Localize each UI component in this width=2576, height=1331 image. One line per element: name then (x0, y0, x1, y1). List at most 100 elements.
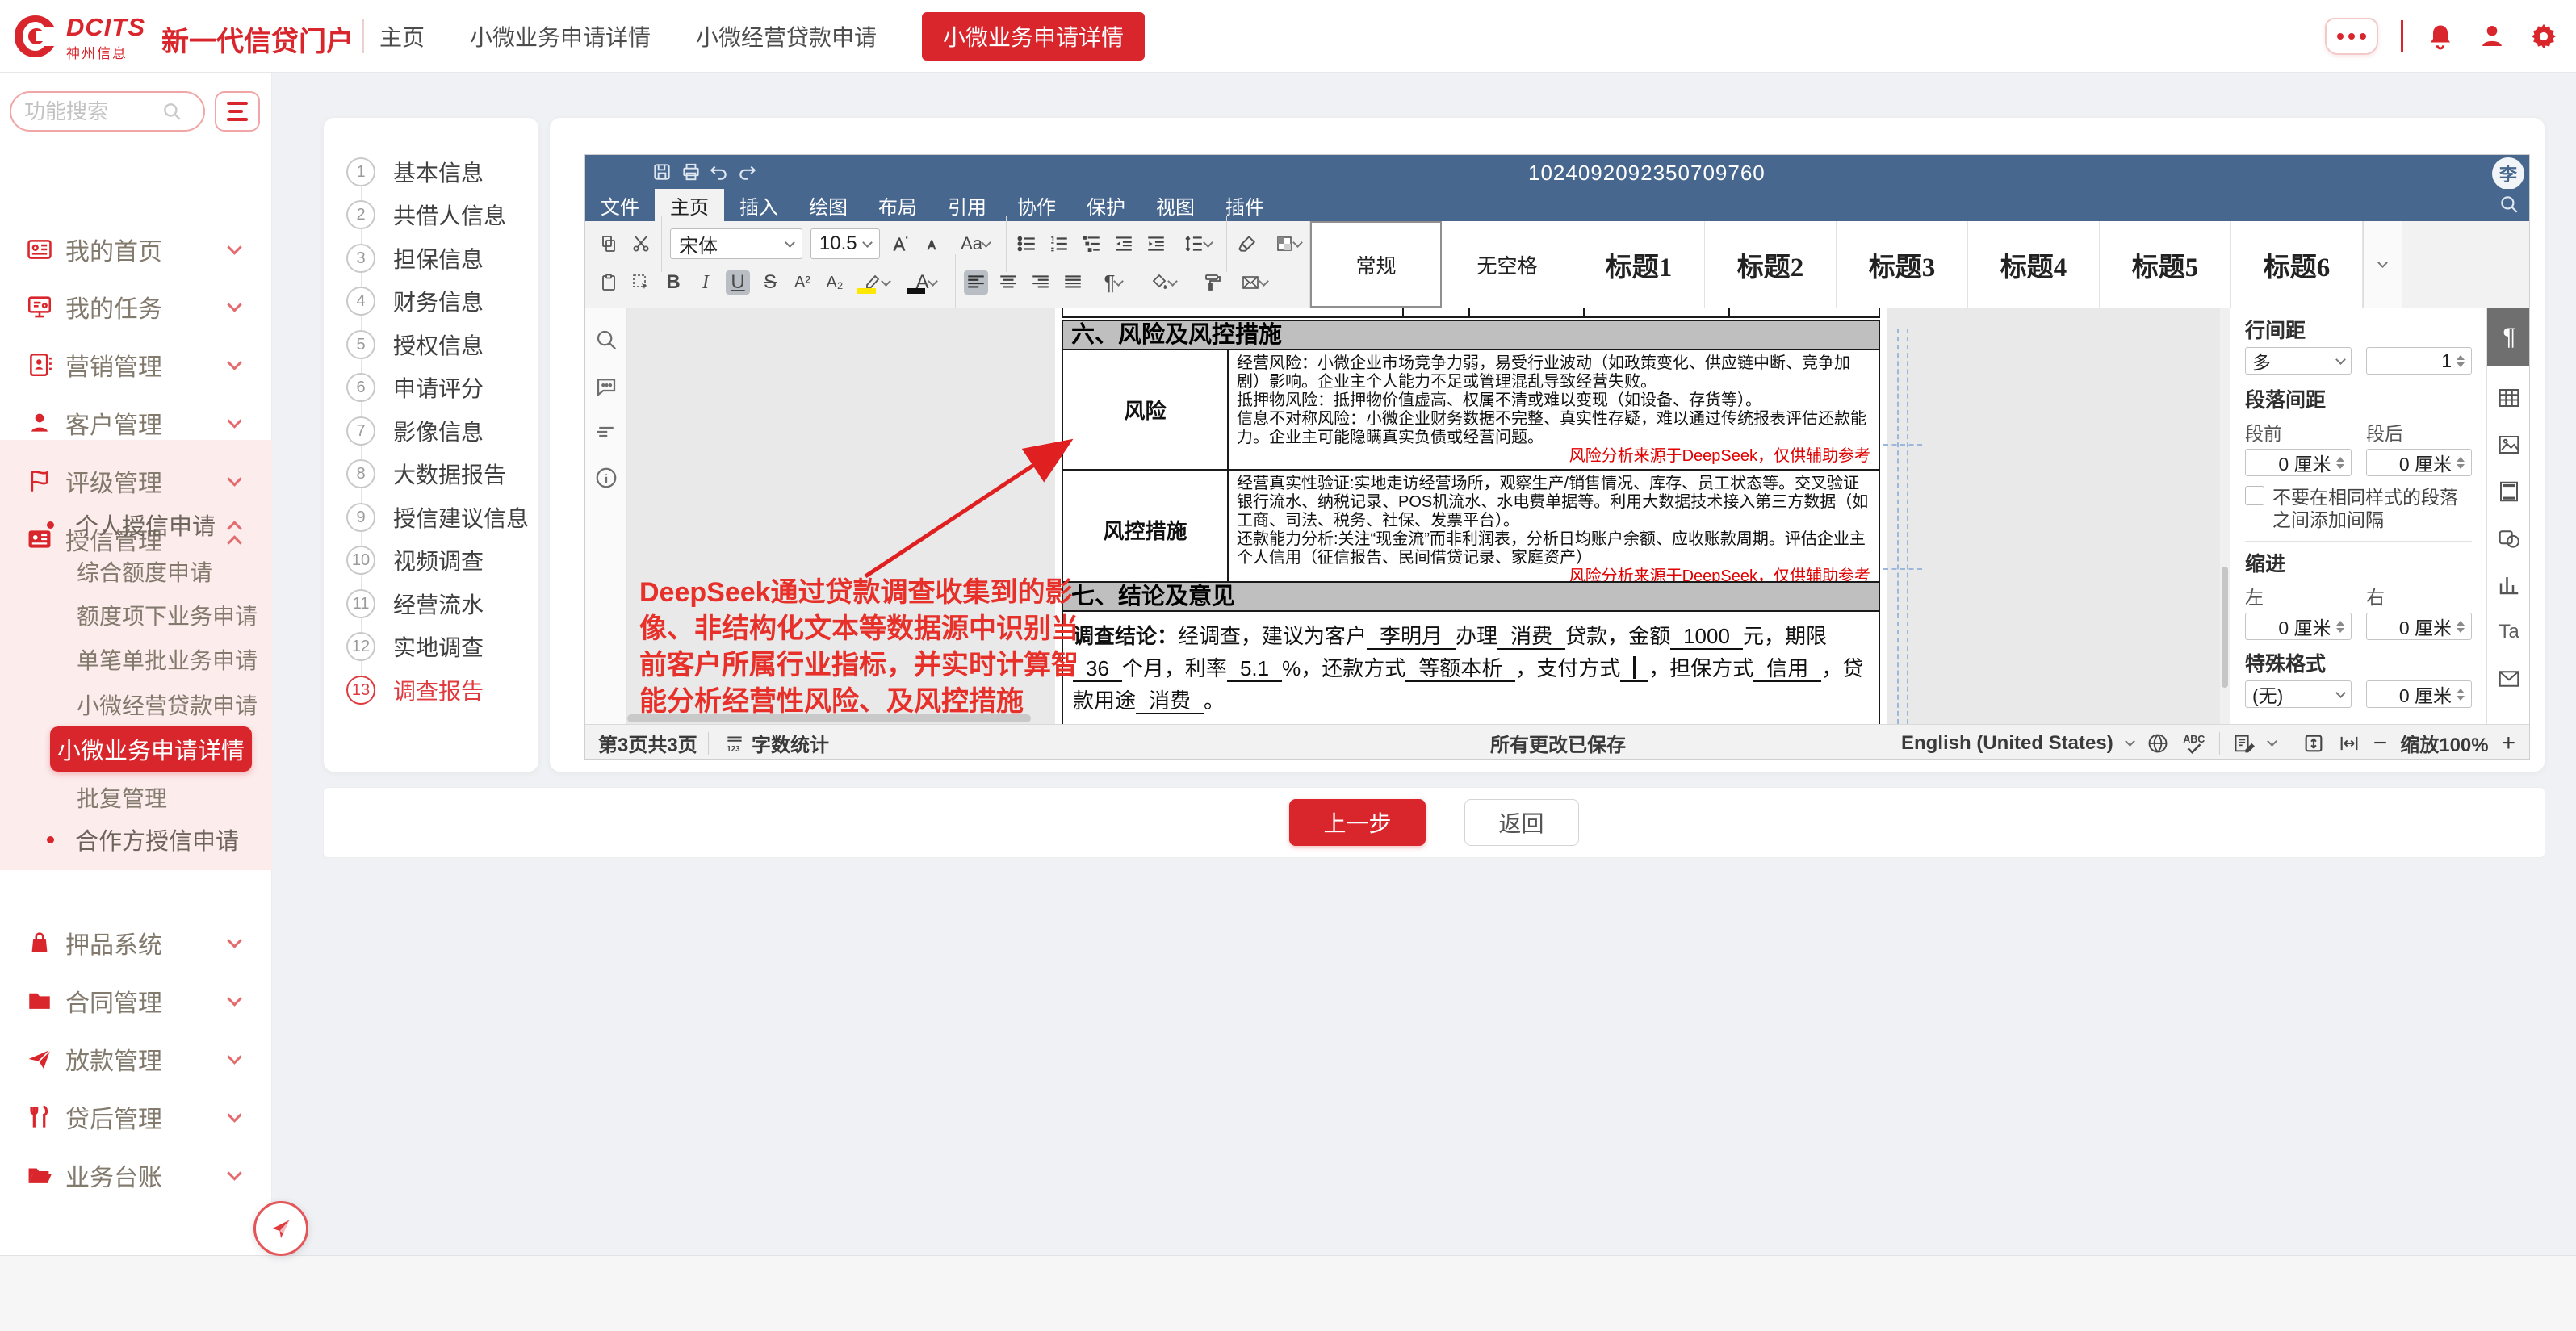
multilevel-list-icon[interactable] (1079, 232, 1104, 256)
image-panel-icon[interactable] (2494, 429, 2524, 460)
return-button[interactable]: 返回 (1464, 799, 1579, 846)
menu-collaboration[interactable]: 协作 (1002, 189, 1071, 221)
font-name-select[interactable]: 宋体 (670, 228, 802, 259)
style-gallery-more-button[interactable] (2363, 221, 2402, 308)
italic-icon[interactable]: I (693, 270, 718, 295)
special-format-select[interactable]: (无) (2245, 680, 2352, 708)
more-badge-icon[interactable] (2325, 18, 2378, 55)
info-icon[interactable] (594, 466, 618, 490)
numbered-list-icon[interactable] (1047, 232, 1071, 256)
indent-left-stepper[interactable]: 0 厘米 (2245, 613, 2352, 640)
step-authorization[interactable]: 5授权信息 (324, 329, 540, 361)
align-justify-icon[interactable] (1061, 270, 1085, 295)
globe-icon[interactable] (2147, 732, 2169, 755)
track-changes-icon[interactable] (2233, 732, 2256, 755)
indent-right-stepper[interactable]: 0 厘米 (2366, 613, 2473, 640)
comments-icon[interactable] (594, 375, 618, 399)
fit-width-icon[interactable] (2338, 732, 2360, 755)
menu-insert[interactable]: 插入 (724, 189, 794, 221)
cut-icon[interactable] (629, 232, 653, 256)
sidebar-item-micro-detail-active[interactable]: 小微业务申请详情 (50, 726, 252, 772)
select-icon[interactable] (629, 270, 653, 295)
align-right-icon[interactable] (1028, 270, 1053, 295)
menu-file[interactable]: 文件 (585, 189, 655, 221)
highlight-pen-icon[interactable] (855, 270, 897, 295)
sidebar-item-post-loan[interactable]: 贷后管理 (0, 1088, 272, 1146)
sidebar-item-contract[interactable]: 合同管理 (0, 972, 272, 1030)
mail-merge-icon[interactable] (1233, 270, 1275, 295)
align-left-icon[interactable] (964, 270, 988, 295)
navigation-icon[interactable] (594, 420, 618, 444)
sidebar-item-marketing[interactable]: 营销管理 (0, 336, 272, 394)
sidebar-collapse-button[interactable] (253, 1201, 308, 1256)
underline-icon[interactable]: U (726, 270, 750, 295)
sidebar-group-personal-credit[interactable]: 个人授信申请 (0, 500, 272, 549)
style-heading4[interactable]: 标题4 (1968, 221, 2100, 308)
increase-indent-icon[interactable] (1144, 232, 1168, 256)
search-input[interactable] (24, 99, 161, 124)
document-canvas[interactable]: 六、风险及风控措施 风险 经营风险：小微企业市场竞争力弱，易受行业波动（如政策变… (627, 308, 2220, 724)
fit-page-icon[interactable] (2302, 732, 2325, 755)
stepper-arrows-icon[interactable] (2457, 689, 2465, 701)
style-heading1[interactable]: 标题1 (1573, 221, 1705, 308)
paragraph-panel-icon[interactable]: ¶ (2487, 308, 2530, 366)
step-field-survey[interactable]: 12实地调查 (324, 630, 540, 663)
line-spacing-stepper[interactable]: 1 (2366, 347, 2473, 375)
gear-icon[interactable] (2529, 22, 2558, 51)
undo-icon[interactable] (708, 161, 729, 182)
step-coborrower[interactable]: 2共借人信息 (324, 199, 540, 231)
stepper-arrows-icon[interactable] (2457, 457, 2465, 469)
previous-step-button[interactable]: 上一步 (1289, 799, 1425, 846)
step-finance[interactable]: 4财务信息 (324, 285, 540, 317)
tab-home[interactable]: 主页 (379, 20, 425, 52)
step-survey-report-active[interactable]: 13调查报告 (324, 674, 540, 706)
tab-micro-detail[interactable]: 小微业务申请详情 (470, 20, 651, 52)
user-icon[interactable] (2478, 22, 2507, 51)
decrease-indent-icon[interactable] (1112, 232, 1136, 256)
text-art-panel-icon[interactable]: Ta (2494, 617, 2524, 647)
spacing-after-stepper[interactable]: 0 厘米 (2366, 449, 2473, 476)
sidebar-item-micro-loan-apply[interactable]: 小微经营贷款申请 (77, 689, 258, 721)
grow-font-icon[interactable] (888, 232, 912, 256)
style-heading2[interactable]: 标题2 (1705, 221, 1837, 308)
editor-search-icon[interactable] (2499, 194, 2519, 215)
stepper-arrows-icon[interactable] (2336, 621, 2344, 633)
mail-merge-panel-icon[interactable] (2494, 663, 2524, 694)
menu-references[interactable]: 引用 (932, 189, 1002, 221)
sidebar-item-my-home[interactable]: 我的首页 (0, 220, 272, 278)
menu-plugins[interactable]: 插件 (1210, 189, 1280, 221)
tab-micro-loan-apply[interactable]: 小微经营贷款申请 (696, 20, 877, 52)
checkbox-icon[interactable] (2245, 486, 2264, 505)
step-bigdata-report[interactable]: 8大数据报告 (324, 458, 540, 490)
stepper-arrows-icon[interactable] (2457, 355, 2465, 367)
step-guarantee[interactable]: 3担保信息 (324, 242, 540, 274)
shape-panel-icon[interactable] (2494, 523, 2524, 554)
print-icon[interactable] (681, 161, 702, 182)
bullet-list-icon[interactable] (1015, 232, 1039, 256)
bold-icon[interactable]: B (661, 270, 685, 295)
spacing-before-stepper[interactable]: 0 厘米 (2245, 449, 2352, 476)
paste-icon[interactable] (597, 270, 621, 295)
sidebar-item-customer[interactable]: 客户管理 (0, 394, 272, 452)
font-color-icon[interactable]: A (905, 270, 947, 295)
spellcheck-icon[interactable]: ABC (2182, 731, 2206, 755)
shrink-font-icon[interactable] (920, 232, 945, 256)
vertical-scrollbar[interactable] (2220, 308, 2230, 724)
fill-color-icon[interactable] (1141, 270, 1183, 295)
sidebar-group-partner-credit[interactable]: 合作方授信申请 (0, 815, 272, 864)
sidebar-item-comprehensive-quota[interactable]: 综合额度申请 (77, 555, 212, 588)
table-panel-icon[interactable] (2494, 383, 2524, 413)
sidebar-item-my-tasks[interactable]: 我的任务 (0, 278, 272, 336)
sidebar-item-ledger[interactable]: 业务台账 (0, 1146, 272, 1204)
step-scoring[interactable]: 6申请评分 (324, 371, 540, 404)
step-business-flow[interactable]: 11经营流水 (324, 588, 540, 620)
find-icon[interactable] (594, 328, 618, 352)
language-selector[interactable]: English (United States) (1901, 732, 2113, 755)
menu-layout[interactable]: 布局 (863, 189, 932, 221)
align-center-icon[interactable] (996, 270, 1020, 295)
sidebar-item-collateral[interactable]: 押品系统 (0, 914, 272, 972)
step-imaging[interactable]: 7影像信息 (324, 415, 540, 447)
zoom-out-button[interactable]: − (2373, 730, 2388, 757)
stepper-arrows-icon[interactable] (2457, 621, 2465, 633)
header-footer-panel-icon[interactable] (2494, 476, 2524, 507)
